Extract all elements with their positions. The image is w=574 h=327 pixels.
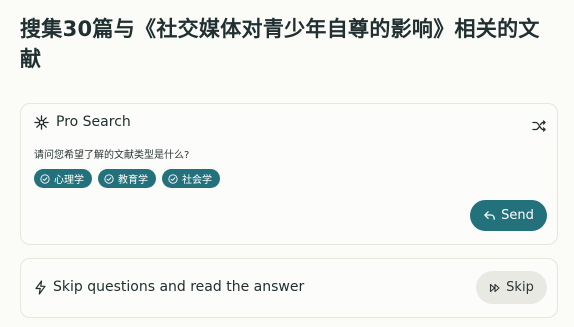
pro-search-header: Pro Search xyxy=(34,114,131,130)
check-circle-icon xyxy=(104,173,114,184)
option-chip-sociology[interactable]: 社会学 xyxy=(162,169,220,188)
skip-button[interactable]: Skip xyxy=(476,271,547,304)
skip-prompt-text: Skip questions and read the answer xyxy=(53,279,305,295)
option-chip-label: 心理学 xyxy=(54,175,84,186)
skip-card: Skip questions and read the answer Skip xyxy=(20,258,558,318)
pro-search-label: Pro Search xyxy=(56,114,131,130)
sparkle-icon xyxy=(34,114,49,130)
skip-prompt: Skip questions and read the answer xyxy=(34,279,304,295)
pro-search-card: Pro Search 请问您希望了解的文献类型是什么? 心理学 教育学 社会学 … xyxy=(20,103,558,245)
option-chip-psychology[interactable]: 心理学 xyxy=(34,169,92,188)
option-chip-label: 社会学 xyxy=(182,175,212,186)
shuffle-icon[interactable] xyxy=(531,118,547,134)
reply-arrow-icon xyxy=(484,211,495,220)
clarifying-question: 请问您希望了解的文献类型是什么? xyxy=(34,150,190,161)
send-button[interactable]: Send xyxy=(470,200,547,231)
check-circle-icon xyxy=(40,173,50,184)
page-title: 搜集30篇与《社交媒体对青少年自尊的影响》相关的文献 xyxy=(20,17,540,71)
option-chips: 心理学 教育学 社会学 xyxy=(34,169,220,188)
send-button-label: Send xyxy=(501,208,534,223)
option-chip-education[interactable]: 教育学 xyxy=(98,169,156,188)
lightning-icon xyxy=(35,279,46,295)
skip-button-label: Skip xyxy=(506,280,534,295)
fast-forward-icon xyxy=(490,283,500,292)
option-chip-label: 教育学 xyxy=(118,175,148,186)
check-circle-icon xyxy=(168,173,178,184)
